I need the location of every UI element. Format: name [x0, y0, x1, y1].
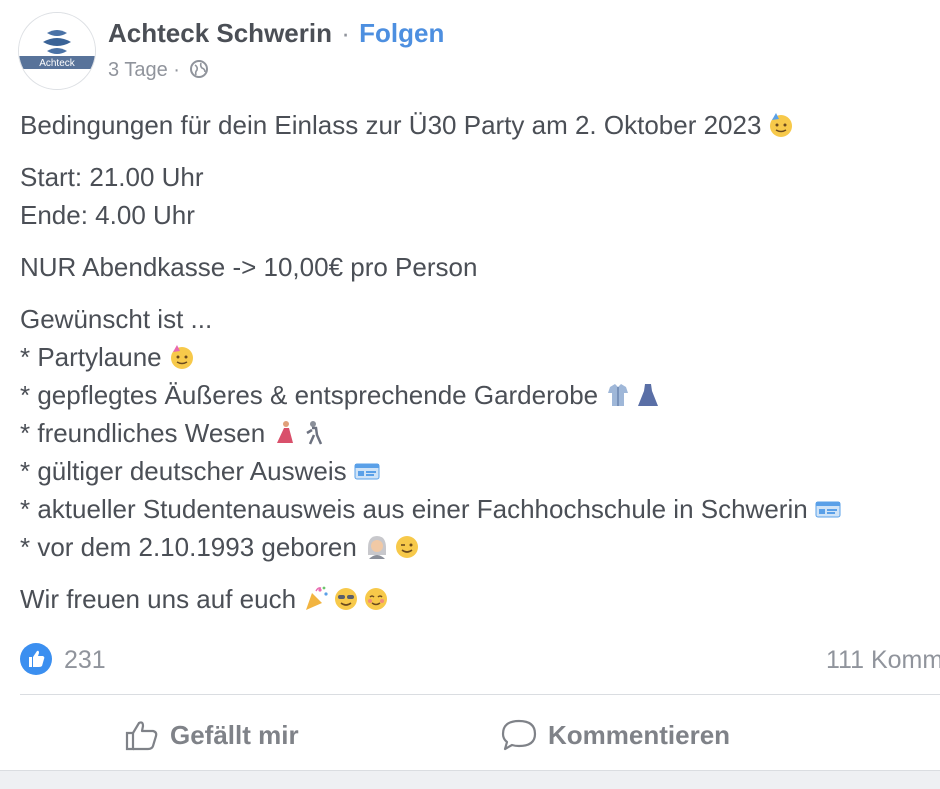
- times-block: Start: 21.00 Uhr Ende: 4.00 Uhr: [20, 158, 842, 234]
- closing-text: Wir freuen uns auf euch: [20, 584, 297, 614]
- post-headline-line: Bedingungen für dein Einlass zur Ü30 Par…: [20, 106, 842, 144]
- wish-item: * gepflegtes Äußeres & entsprechende Gar…: [20, 376, 842, 414]
- sunglasses-face-icon: [335, 588, 358, 610]
- end-time: Ende: 4.00 Uhr: [20, 200, 195, 230]
- facebook-post: Achteck Achteck Schwerin · Folgen 3 Tage…: [0, 0, 940, 789]
- id-card-icon: [354, 463, 380, 480]
- post-footer-bar: [0, 770, 940, 789]
- dancing-woman-icon: [277, 421, 294, 443]
- reaction-stats: 231 111 Komm: [20, 640, 940, 680]
- shirt-icon: [608, 384, 629, 406]
- achteck-logo: Achteck: [19, 13, 95, 89]
- comment-count[interactable]: 111 Komm: [826, 644, 940, 676]
- wish-text: * freundliches Wesen: [20, 418, 266, 448]
- author-separator: ·: [341, 18, 350, 48]
- post-body: Bedingungen für dein Einlass zur Ü30 Par…: [20, 106, 842, 632]
- party-face-icon: [770, 113, 793, 137]
- dress-icon: [638, 384, 659, 406]
- party-popper-icon: [306, 586, 328, 610]
- older-woman-icon: [367, 536, 386, 559]
- closing-line: Wir freuen uns auf euch: [20, 580, 842, 618]
- globe-icon: [190, 60, 209, 78]
- post-headline: Bedingungen für dein Einlass zur Ü30 Par…: [20, 110, 762, 140]
- dancing-man-icon: [306, 421, 323, 445]
- smiling-face-icon: [365, 588, 388, 610]
- meta-separator: ·: [173, 59, 180, 81]
- like-label: Gefällt mir: [170, 720, 299, 750]
- like-count[interactable]: 231: [64, 644, 106, 676]
- follow-link[interactable]: Folgen: [359, 18, 444, 48]
- comment-button[interactable]: Kommentieren: [500, 710, 730, 760]
- author-name[interactable]: Achteck Schwerin: [108, 18, 332, 48]
- avatar-text: Achteck: [39, 58, 76, 69]
- thumbs-up-outline-icon: [125, 721, 158, 751]
- comment-label: Kommentieren: [548, 720, 731, 750]
- wish-item: * Partylaune: [20, 338, 842, 376]
- speech-bubble-icon: [501, 719, 537, 751]
- wish-item: * freundliches Wesen: [20, 414, 842, 452]
- winking-face-icon: [395, 536, 418, 558]
- id-card-icon: [815, 501, 841, 518]
- wish-text: * aktueller Studentenausweis aus einer F…: [20, 494, 808, 524]
- wish-text: * vor dem 2.10.1993 geboren: [20, 532, 357, 562]
- divider: [20, 694, 940, 695]
- like-button[interactable]: Gefällt mir: [124, 710, 299, 760]
- post-time[interactable]: 3 Tage: [108, 59, 168, 81]
- post-meta: 3 Tage ·: [108, 58, 209, 82]
- wish-text: * gepflegtes Äußeres & entsprechende Gar…: [20, 380, 599, 410]
- wish-text: * Partylaune: [20, 342, 162, 372]
- wish-item: * gültiger deutscher Ausweis: [20, 452, 842, 490]
- action-bar: Gefällt mir Kommentieren: [0, 700, 940, 770]
- start-time: Start: 21.00 Uhr: [20, 162, 204, 192]
- thumbs-up-icon[interactable]: [20, 643, 52, 675]
- wish-item: * aktueller Studentenausweis aus einer F…: [20, 490, 842, 528]
- wish-text: * gültiger deutscher Ausweis: [20, 456, 347, 486]
- page-avatar[interactable]: Achteck: [18, 12, 96, 90]
- party-face-icon: [170, 345, 193, 369]
- wish-item: * vor dem 2.10.1993 geboren: [20, 528, 842, 566]
- wishes-title: Gewünscht ist ...: [20, 304, 213, 334]
- author-line: Achteck Schwerin · Folgen: [108, 18, 444, 48]
- wishes-block: Gewünscht ist ... * Partylaune * gepfleg…: [20, 300, 842, 566]
- price-line: NUR Abendkasse -> 10,00€ pro Person: [20, 252, 478, 282]
